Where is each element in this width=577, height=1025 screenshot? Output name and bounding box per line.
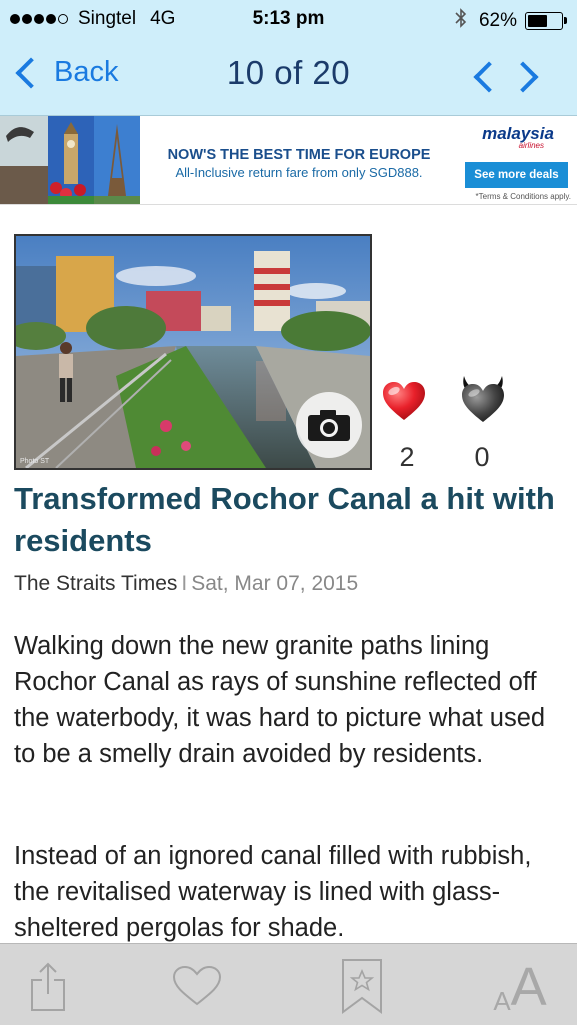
article-title: Transformed Rochor Canal a hit with resi… xyxy=(14,481,555,558)
article-photo[interactable]: Photo ST xyxy=(14,234,372,470)
devil-heart-icon[interactable] xyxy=(458,374,508,426)
article-source: The Straits Times xyxy=(14,572,178,595)
see-more-deals-button[interactable]: See more deals xyxy=(465,162,568,188)
ad-headline: NOW'S THE BEST TIME FOR EUROPE xyxy=(167,147,431,163)
byline-separator: I xyxy=(181,572,188,595)
battery-percent: 62% xyxy=(478,9,517,31)
article-paragraph: Instead of an ignored canal filled with … xyxy=(14,842,532,942)
bottom-toolbar: AA xyxy=(0,943,577,1025)
like-count: 2 xyxy=(399,442,415,472)
heart-outline-icon xyxy=(172,965,222,1006)
ad-terms: *Terms & Conditions apply. xyxy=(475,192,571,201)
font-small-glyph: A xyxy=(493,986,511,1016)
photo-credit: Photo ST xyxy=(20,458,50,465)
battery-icon xyxy=(525,11,567,30)
heart-icon[interactable] xyxy=(380,378,428,426)
article-date: Sat, Mar 07, 2015 xyxy=(191,572,359,595)
ad-subline: All-Inclusive return fare from only SGD8… xyxy=(175,165,423,180)
share-icon xyxy=(31,962,65,1011)
status-right: 62% xyxy=(455,8,567,33)
dislike-count: 0 xyxy=(474,442,490,472)
bluetooth-icon xyxy=(455,8,467,33)
font-size-button[interactable]: AA xyxy=(488,958,552,1014)
share-button[interactable] xyxy=(22,958,74,1014)
article-byline: The Straits Times I Sat, Mar 07, 2015 xyxy=(14,572,358,596)
favorite-button[interactable] xyxy=(166,958,228,1014)
navigation-bar: Back 10 of 20 xyxy=(0,38,577,116)
camera-icon[interactable] xyxy=(296,392,362,458)
ad-banner[interactable]: NOW'S THE BEST TIME FOR EUROPE All-Inclu… xyxy=(0,116,577,205)
status-bar: Singtel 4G 5:13 pm 62% xyxy=(0,0,577,38)
article-paragraph: Walking down the new granite paths linin… xyxy=(14,632,546,768)
malaysia-airlines-logo: malaysia airlines xyxy=(482,124,554,150)
bookmark-button[interactable] xyxy=(336,958,388,1014)
font-large-glyph: A xyxy=(510,957,547,1017)
europe-landmarks-image xyxy=(0,116,140,204)
bookmark-star-icon xyxy=(342,959,382,1014)
